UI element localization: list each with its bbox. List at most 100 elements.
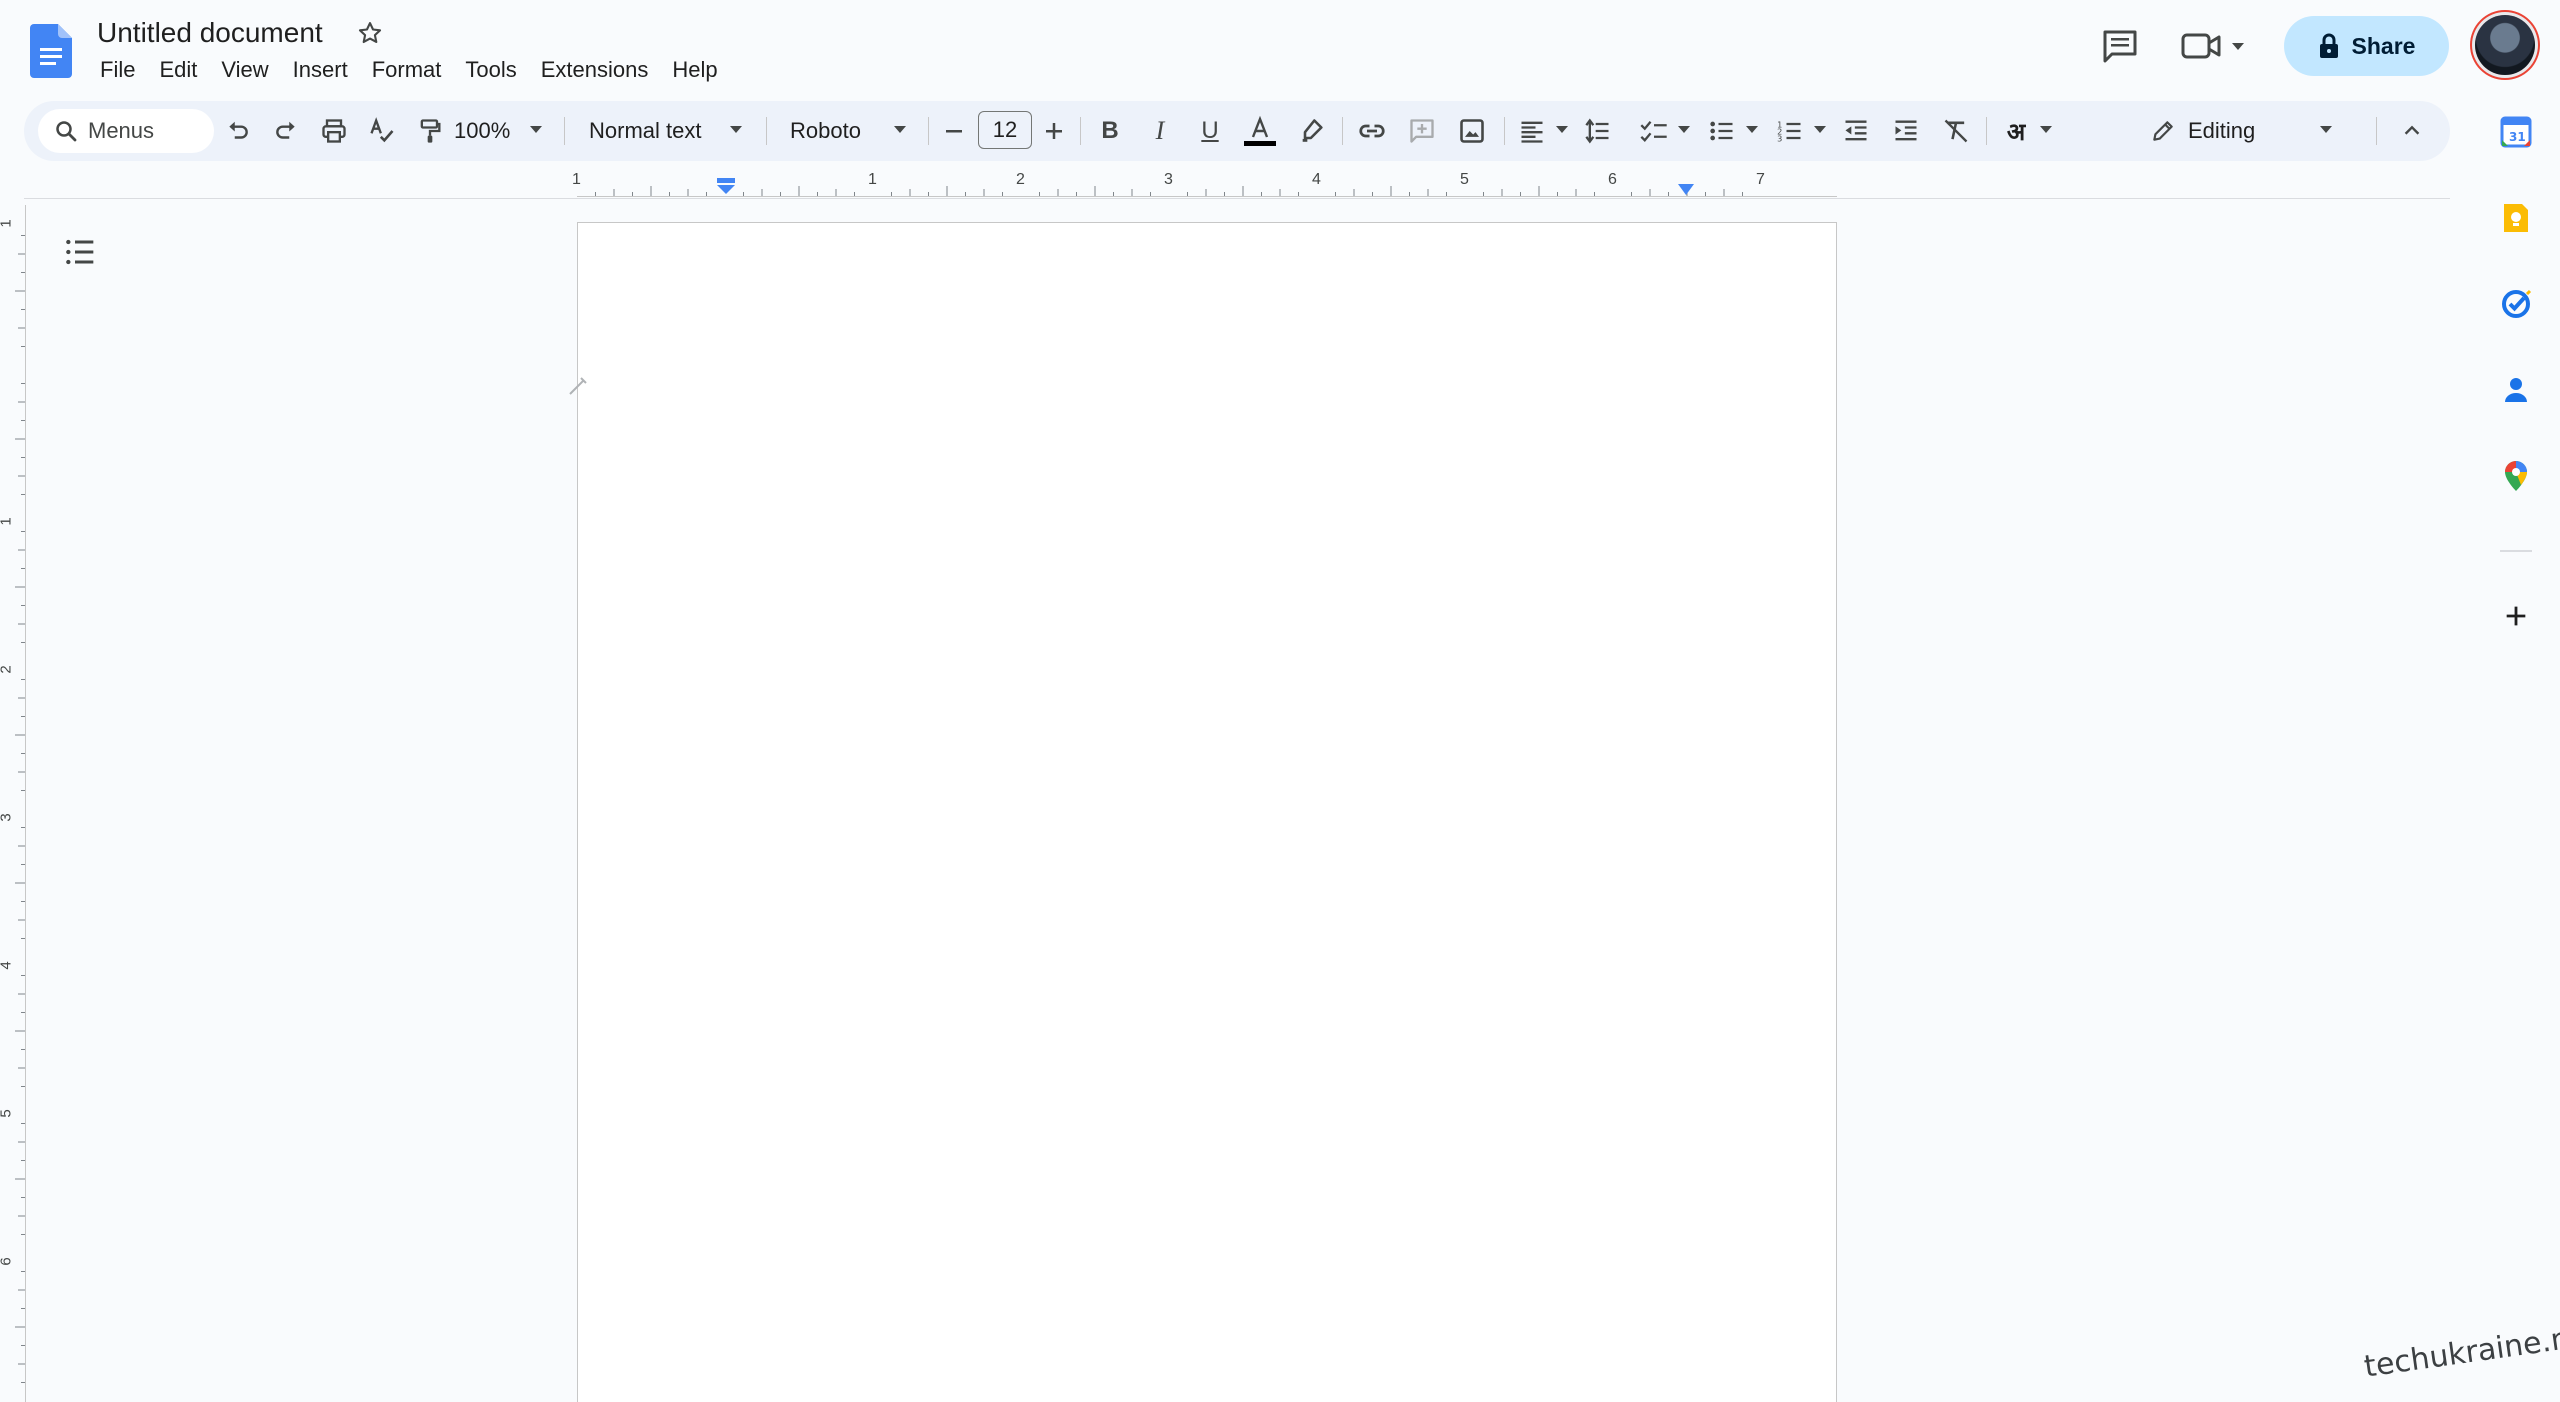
menu-file[interactable]: File bbox=[88, 54, 147, 86]
svg-text:31: 31 bbox=[2509, 130, 2526, 144]
toolbar-divider bbox=[564, 117, 565, 145]
text-color-icon[interactable] bbox=[1242, 113, 1278, 149]
ruler-label: 1 bbox=[0, 517, 15, 525]
toolbar-divider bbox=[1986, 117, 1987, 145]
menu-bar: File Edit View Insert Format Tools Exten… bbox=[88, 54, 730, 86]
image-icon[interactable] bbox=[1454, 113, 1490, 149]
input-tools-glyph: अ bbox=[2006, 117, 2026, 146]
toolbar-divider bbox=[928, 117, 929, 145]
keep-icon[interactable] bbox=[2496, 198, 2536, 238]
right-indent-marker[interactable] bbox=[1677, 183, 1695, 197]
toolbar-divider bbox=[2376, 117, 2377, 145]
add-icon[interactable] bbox=[2496, 596, 2536, 636]
bulleted-list-icon[interactable] bbox=[1704, 113, 1740, 149]
ruler-label: 2 bbox=[0, 665, 15, 673]
ruler-label: 4 bbox=[1312, 171, 1321, 188]
font-size-input[interactable]: 12 bbox=[978, 111, 1032, 149]
search-menus-input[interactable]: Menus bbox=[38, 109, 214, 153]
toolbar-divider bbox=[1342, 117, 1343, 145]
ruler-label: 1 bbox=[868, 171, 877, 188]
highlight-icon[interactable] bbox=[1294, 113, 1330, 149]
search-menus-label: Menus bbox=[88, 118, 155, 143]
menu-extensions[interactable]: Extensions bbox=[529, 54, 661, 86]
document-title[interactable]: Untitled document bbox=[93, 15, 327, 51]
lock-icon bbox=[2318, 33, 2340, 59]
svg-text:3: 3 bbox=[1777, 134, 1782, 144]
underline-icon[interactable]: U bbox=[1192, 113, 1228, 149]
indent-increase-icon[interactable] bbox=[1888, 113, 1924, 149]
comment-add-icon[interactable] bbox=[1404, 113, 1440, 149]
ruler-label: 1 bbox=[0, 219, 15, 227]
ruler-label: 3 bbox=[1164, 171, 1173, 188]
toolbar-divider bbox=[766, 117, 767, 145]
horizontal-ruler[interactable]: 1 1 2 3 4 5 6 7 bbox=[572, 171, 1837, 201]
menu-view[interactable]: View bbox=[209, 54, 280, 86]
checklist-icon[interactable] bbox=[1636, 113, 1672, 149]
spellcheck-icon[interactable] bbox=[364, 113, 400, 149]
maps-icon[interactable] bbox=[2496, 456, 2536, 496]
print-icon[interactable] bbox=[316, 113, 352, 149]
ruler-label: 6 bbox=[1608, 171, 1617, 188]
meet-icon[interactable] bbox=[2180, 28, 2250, 64]
tasks-icon[interactable] bbox=[2496, 284, 2536, 324]
italic-icon[interactable]: I bbox=[1142, 113, 1178, 149]
redo-icon[interactable] bbox=[268, 113, 304, 149]
ruler-label: 5 bbox=[1460, 171, 1469, 188]
checklist-caret-icon bbox=[1678, 126, 1690, 133]
font-select[interactable]: Roboto bbox=[790, 113, 861, 149]
bold-icon[interactable]: B bbox=[1092, 113, 1128, 149]
align-left-icon[interactable] bbox=[1514, 113, 1550, 149]
align-caret-icon bbox=[1556, 126, 1568, 133]
toolbar-divider bbox=[1080, 117, 1081, 145]
indent-decrease-icon[interactable] bbox=[1838, 113, 1874, 149]
share-button[interactable]: Share bbox=[2284, 16, 2449, 76]
contacts-icon[interactable] bbox=[2496, 370, 2536, 410]
paint-format-icon[interactable] bbox=[412, 113, 448, 149]
star-icon[interactable] bbox=[356, 19, 384, 47]
outline-icon[interactable] bbox=[60, 232, 100, 272]
clear-format-icon[interactable] bbox=[1938, 113, 1974, 149]
account-avatar[interactable] bbox=[2475, 15, 2535, 75]
side-panel-divider bbox=[2500, 550, 2532, 552]
style-caret-icon bbox=[730, 126, 742, 133]
ruler-label: 3 bbox=[0, 813, 15, 821]
collapse-icon[interactable] bbox=[2394, 113, 2430, 149]
header-divider bbox=[24, 198, 2450, 199]
vertical-ruler[interactable]: 1 1 2 3 4 5 6 bbox=[0, 205, 26, 1402]
undo-icon[interactable] bbox=[220, 113, 256, 149]
document-page[interactable] bbox=[577, 222, 1837, 1402]
ruler-label: 6 bbox=[0, 1257, 15, 1265]
ruler-label: 4 bbox=[0, 961, 15, 969]
ruler-label: 5 bbox=[0, 1109, 15, 1117]
menu-tools[interactable]: Tools bbox=[453, 54, 528, 86]
comments-icon[interactable] bbox=[2100, 28, 2140, 64]
style-select[interactable]: Normal text bbox=[589, 113, 701, 149]
zoom-caret-icon bbox=[530, 126, 542, 133]
docs-logo-icon[interactable] bbox=[30, 24, 72, 78]
share-label: Share bbox=[2351, 32, 2416, 59]
font-caret-icon bbox=[894, 126, 906, 133]
calendar-icon[interactable]: 31 bbox=[2496, 112, 2536, 152]
editing-mode-select[interactable]: Editing bbox=[2150, 113, 2255, 149]
bulleted-caret-icon bbox=[1746, 126, 1758, 133]
toolbar: Menus 100% Normal text Roboto 12 B I U 1… bbox=[24, 101, 2450, 161]
menu-edit[interactable]: Edit bbox=[147, 54, 209, 86]
left-indent-marker[interactable] bbox=[716, 177, 736, 197]
search-icon bbox=[54, 119, 78, 143]
editing-mode-label: Editing bbox=[2188, 118, 2256, 143]
link-icon[interactable] bbox=[1354, 113, 1390, 149]
input-tools-icon[interactable]: अ bbox=[1998, 113, 2034, 149]
input-tools-caret-icon bbox=[2040, 126, 2052, 133]
menu-help[interactable]: Help bbox=[660, 54, 729, 86]
increase-font-icon[interactable] bbox=[1036, 113, 1072, 149]
menu-format[interactable]: Format bbox=[360, 54, 454, 86]
ruler-baseline bbox=[25, 205, 26, 1402]
zoom-select[interactable]: 100% bbox=[454, 113, 510, 149]
numbered-list-icon[interactable]: 123 bbox=[1772, 113, 1808, 149]
edit-cursor-icon bbox=[566, 374, 590, 398]
ruler-label: 2 bbox=[1016, 171, 1025, 188]
numbered-caret-icon bbox=[1814, 126, 1826, 133]
line-spacing-icon[interactable] bbox=[1580, 113, 1616, 149]
decrease-font-icon[interactable] bbox=[936, 113, 972, 149]
menu-insert[interactable]: Insert bbox=[281, 54, 360, 86]
